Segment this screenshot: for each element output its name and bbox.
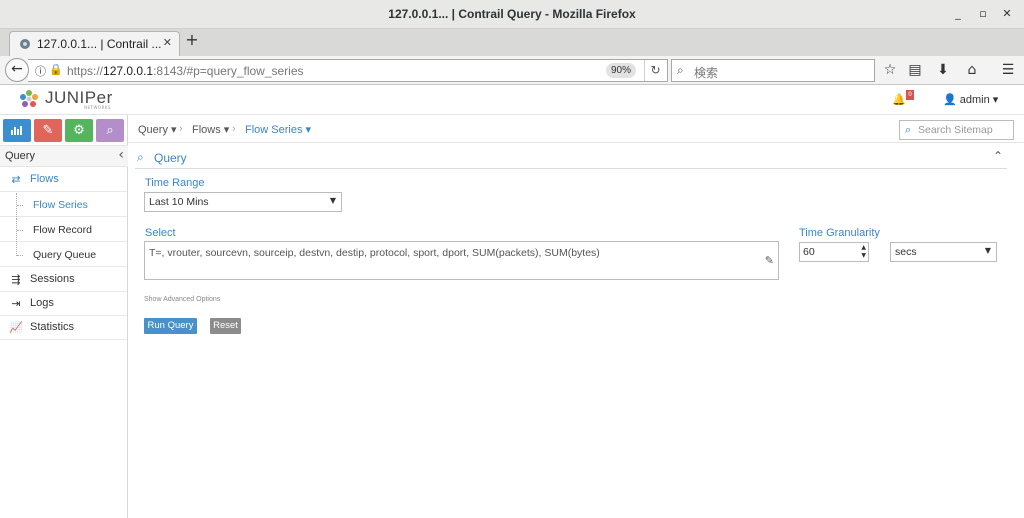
time-unit-select[interactable]: secs ▼ [890,242,997,262]
select-fields-value: T=, vrouter, sourcevn, sourceip, destvn,… [149,247,600,259]
sidebar-header: Query ‹ [0,145,128,167]
tab-title: 127.0.0.1... | Contrail ... [37,37,162,51]
search-bar[interactable]: ⌕ 検索 [671,59,875,82]
logs-icon: ⇥ [11,297,21,310]
sidebar-item-label: Statistics [30,321,75,333]
window-titlebar: 127.0.0.1... | Contrail Query - Mozilla … [0,0,1024,29]
url-text[interactable]: https://127.0.0.1:8143/#p=query_flow_ser… [67,64,304,78]
sitemap-placeholder: Search Sitemap [918,124,993,136]
time-range-value: Last 10 Mins [149,196,209,208]
search-sitemap-input[interactable]: ⌕ Search Sitemap [899,120,1014,140]
sidebar-subitem-label: Flow Series [33,199,88,211]
time-granularity-label: Time Granularity [799,227,880,239]
stepper-arrows-icon[interactable]: ▲ ▼ [861,244,866,260]
url-bar[interactable]: ⓘ 🔒 https://127.0.0.1:8143/#p=query_flow… [28,59,668,82]
sidebar-subitem-label: Query Queue [33,249,97,261]
minimize-button[interactable]: _ [950,6,966,22]
edit-pencil-icon[interactable]: ✎ [765,254,774,267]
configure-mode-button[interactable]: ✎ [34,119,62,142]
wrench-icon: ✎ [42,123,54,138]
time-range-label: Time Range [145,177,205,189]
bar-chart-icon [11,126,22,135]
monitor-mode-button[interactable] [3,119,31,142]
search-icon: ⌕ [106,123,114,138]
sidebar-subitem-flow-record[interactable]: Flow Record [0,218,127,242]
back-button[interactable]: ← [5,58,29,82]
sidebar-item-label: Logs [30,297,54,309]
settings-mode-button[interactable]: ⚙ [65,119,93,142]
logo-subtext: NETWORKS [84,105,112,110]
sidebar-subitem-query-queue[interactable]: Query Queue [0,243,127,267]
tree-branch [17,230,23,231]
sidebar-subitem-flow-series[interactable]: Flow Series [0,193,127,217]
collapse-sidebar-icon[interactable]: ‹ [118,147,124,163]
new-tab-button[interactable]: + [183,31,201,49]
breadcrumb-item-flow-series[interactable]: Flow Series ▾ [245,123,311,136]
breadcrumb-item-query[interactable]: Query ▾ [138,123,177,136]
sidebar: ✎ ⚙ ⌕ Query ‹ ⇄ Flows Flow Series Flow R… [0,115,128,518]
tab-strip: 127.0.0.1... | Contrail ... ✕ [0,29,1024,56]
sessions-icon: ⇶ [11,273,21,286]
search-placeholder: 検索 [694,66,719,80]
collapse-panel-icon[interactable]: ⌃ [993,149,1003,163]
user-menu[interactable]: 👤 admin ▾ [943,93,998,106]
select-label: Select [145,227,176,239]
breadcrumb-separator: › [232,123,236,135]
sidebar-item-label: Sessions [30,273,75,285]
juniper-logo[interactable]: JUNIPer NETWORKS [18,88,112,112]
query-mode-button[interactable]: ⌕ [96,119,124,142]
info-icon[interactable]: ⓘ [35,63,46,79]
zoom-indicator[interactable]: 90% [606,63,636,78]
query-panel-header: ⌕ Query ⌃ [135,148,1007,169]
search-icon: ⌕ [137,150,144,164]
nav-bar: ⓘ 🔒 https://127.0.0.1:8143/#p=query_flow… [0,56,1024,85]
gear-icon: ⚙ [73,123,85,138]
statistics-icon: 📈 [9,321,23,334]
flows-icon: ⇄ [11,173,21,186]
time-unit-value: secs [895,246,917,258]
sidebar-item-statistics[interactable]: 📈 Statistics [0,316,127,340]
notification-bell-icon[interactable]: 🔔 [892,93,906,106]
browser-tab[interactable]: 127.0.0.1... | Contrail ... ✕ [9,31,180,56]
breadcrumb-separator: › [179,123,183,135]
home-icon[interactable]: ⌂ [962,60,982,80]
sidebar-item-label: Flows [30,173,59,185]
sidebar-header-label: Query [5,150,35,162]
sidebar-item-sessions[interactable]: ⇶ Sessions [0,268,127,292]
time-range-select[interactable]: Last 10 Mins ▼ [144,192,342,212]
tree-branch [17,205,23,206]
search-icon: ⌕ [905,123,912,136]
breadcrumb-item-flows[interactable]: Flows ▾ [192,123,229,136]
tab-close-icon[interactable]: ✕ [163,36,172,49]
search-icon: ⌕ [677,63,684,77]
show-advanced-options-link[interactable]: Show Advanced Options [144,296,220,303]
time-granularity-stepper[interactable]: 60 ▲ ▼ [799,242,869,262]
chevron-down-icon: ▼ [329,196,336,205]
sidebar-item-logs[interactable]: ⇥ Logs [0,292,127,316]
bookmark-star-icon[interactable]: ☆ [880,60,900,80]
maximize-button[interactable]: ▫ [975,6,991,22]
insecure-lock-icon[interactable]: 🔒 [49,63,63,76]
app-header: JUNIPer NETWORKS 🔔 0 👤 admin ▾ [0,85,1024,115]
reading-list-icon[interactable]: ▤ [905,60,925,80]
menu-hamburger-icon[interactable]: ☰ [998,60,1018,80]
notification-badge[interactable]: 0 [906,90,914,100]
reset-button[interactable]: Reset [210,318,241,334]
time-granularity-value: 60 [803,246,815,258]
run-query-button[interactable]: Run Query [144,318,197,334]
chevron-down-icon: ▼ [984,246,991,255]
user-name[interactable]: admin [960,94,990,106]
juniper-flower-icon [20,90,38,107]
sidebar-subitem-label: Flow Record [33,224,92,236]
window-title: 127.0.0.1... | Contrail Query - Mozilla … [388,7,636,21]
downloads-icon[interactable]: ⬇ [933,60,953,80]
close-window-button[interactable]: ✕ [999,6,1015,22]
sidebar-item-flows[interactable]: ⇄ Flows [0,168,127,192]
breadcrumb: Query ▾ › Flows ▾ › Flow Series ▾ [128,115,1024,143]
reload-icon[interactable]: ↻ [644,60,666,81]
tree-branch [17,255,23,256]
contrail-favicon-icon [20,39,30,49]
query-panel-title: Query [154,151,187,165]
select-fields-input[interactable]: T=, vrouter, sourcevn, sourceip, destvn,… [144,241,779,280]
